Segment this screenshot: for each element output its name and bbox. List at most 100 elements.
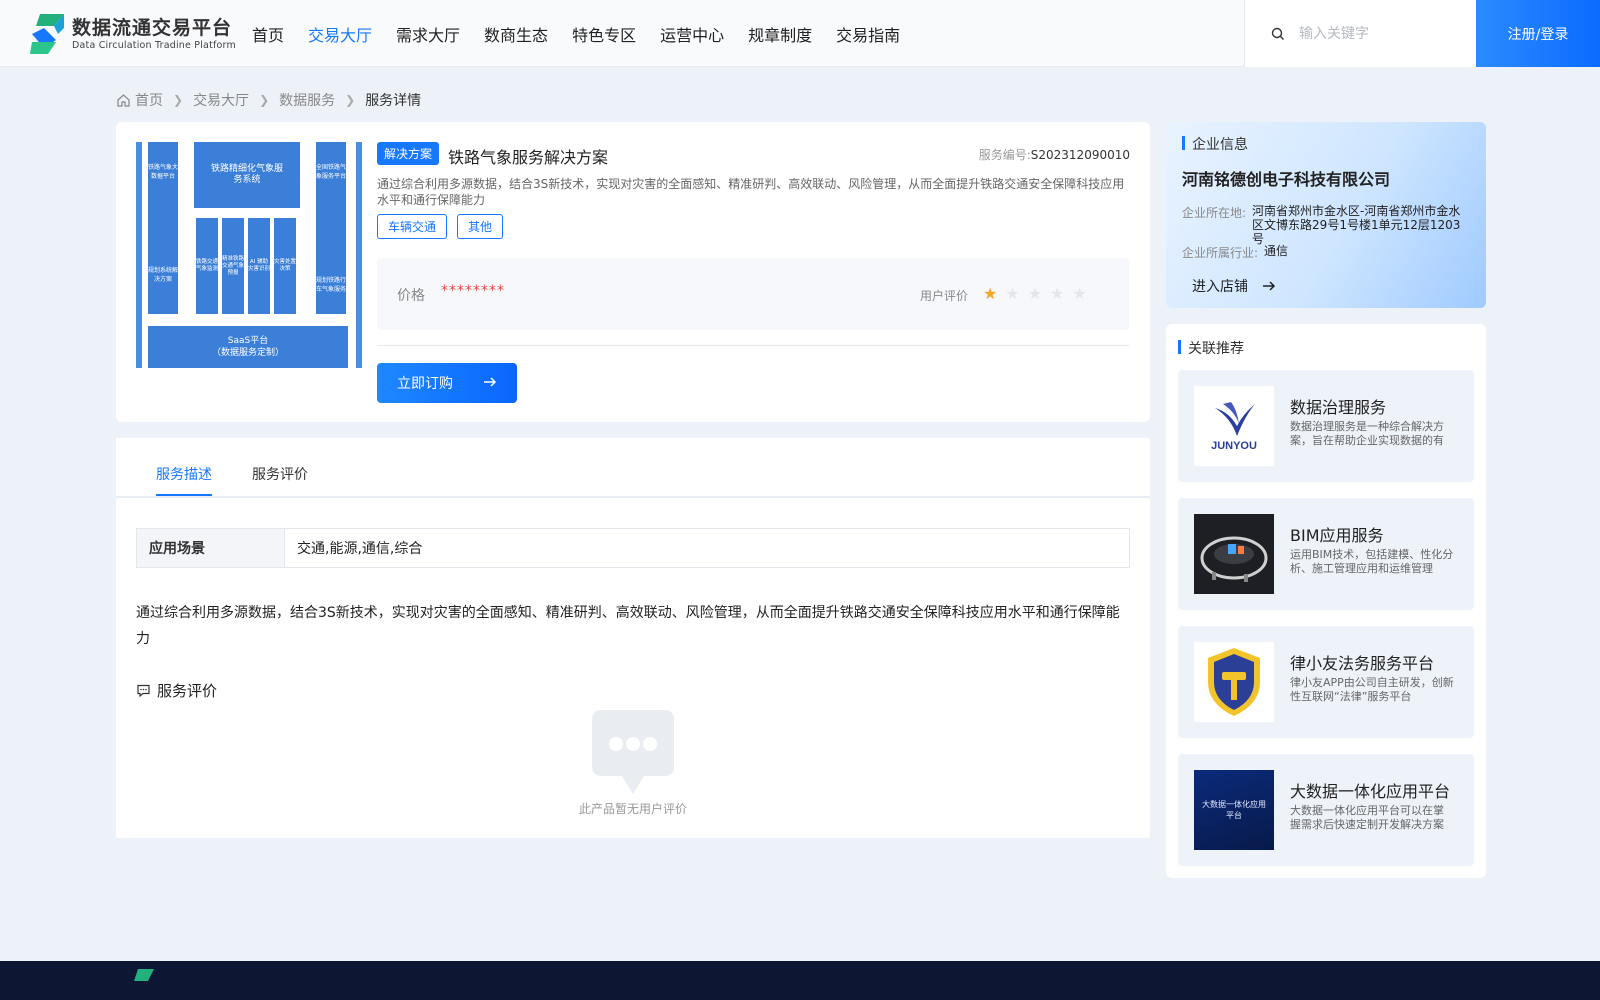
recommend-description: 律小友APP由公司自主研发，创新性互联网“法律”服务平台 [1290,676,1454,703]
chevron-right-icon: ❯ [173,93,184,107]
main-nav: 首页 交易大厅 需求大厅 数商生态 特色专区 运营中心 规章制度 交易指南 [252,0,924,67]
recommend-thumbnail: JUNYOU [1194,386,1274,466]
company-industry-row: 企业所属行业: 通信 [1182,244,1288,261]
service-long-description: 通过综合利用多源数据，结合3S新技术，实现对灾害的全面感知、精准研判、高效联动、… [136,605,1120,647]
service-number: 服务编号:S202312090010 [979,146,1130,163]
tab-service-review[interactable]: 服务评价 [252,464,308,484]
recommend-thumbnail [1194,642,1274,722]
diagram-right-top: 全国铁路气象服务平台 [316,142,346,202]
chevron-right-icon: ❯ [345,93,356,107]
search-box [1244,0,1476,67]
nav-regulations[interactable]: 规章制度 [748,22,812,46]
nav-special-zone[interactable]: 特色专区 [572,22,636,46]
detail-tabs: 服务描述 服务评价 [116,438,1150,498]
breadcrumb-trading-hall[interactable]: 交易大厅 [193,90,249,110]
price-panel: 价格 ******** 用户评价 ★ ★ ★ ★ ★ [377,258,1129,330]
diagram-center-top: 铁路精细化气象服务系统 [194,142,300,208]
recommend-thumbnail: 大数据一体化应用平台 [1194,770,1274,850]
empty-review-text: 此产品暂无用户评价 [578,802,687,816]
top-header: 数据流通交易平台 Data Circulation Tradine Platfo… [0,0,1600,67]
solution-type-badge: 解决方案 [377,142,440,165]
diagram-bottom-title: SaaS平台 [227,336,269,346]
arrow-right-icon [1263,281,1276,291]
breadcrumb-data-service[interactable]: 数据服务 [279,90,335,110]
recommend-item[interactable]: 大数据一体化应用平台 大数据一体化应用平台 大数据一体化应用平台可以在掌握需求后… [1178,754,1474,866]
recommend-title: 大数据一体化应用平台 [1290,782,1451,801]
company-industry-value: 通信 [1264,244,1289,258]
diagram-bottom-sub: （数据服务定制） [211,348,284,358]
review-title-text: 服务评价 [157,682,218,700]
company-name[interactable]: 河南铭德创电子科技有限公司 [1182,166,1390,190]
nav-trading-hall[interactable]: 交易大厅 [308,22,372,46]
breadcrumb-home[interactable]: 首页 [135,90,163,110]
arrow-right-icon [484,377,497,387]
diagram-right-bottom: 规划铁路行车气象服务 [316,202,346,314]
company-location-label: 企业所在地: [1182,206,1247,220]
star-icon: ★ [1072,284,1087,303]
diagram-edge-right [356,142,362,368]
company-section-title: 企业信息 [1182,134,1248,154]
diagram-edge-left [136,142,142,368]
star-icon: ★ [1005,284,1020,303]
company-location-value: 河南省郑州市金水区-河南省郑州市金水区文博东路29号1号楼1单元12层1203号 [1252,204,1461,246]
recommend-item[interactable]: 律小友法务服务平台 律小友APP由公司自主研发，创新性互联网“法律”服务平台 [1178,626,1474,738]
bigdata-thumb-text: 大数据一体化应用平台 [1202,800,1266,820]
empty-comment-icon [592,710,674,794]
service-number-value: S202312090010 [1030,148,1130,162]
review-section-title: 服务评价 [136,680,217,701]
active-tab-indicator [156,494,212,496]
scene-table: 应用场景 交通,能源,通信,综合 [136,528,1130,568]
price-label: 价格 [397,288,425,304]
star-icon: ★ [1027,284,1043,303]
logo-icon [30,14,66,54]
recommend-title: 数据治理服务 [1290,398,1387,417]
search-input[interactable] [1299,25,1459,42]
enter-shop-button[interactable]: 进入店铺 [1192,276,1276,296]
company-industry-label: 企业所属行业: [1182,246,1259,260]
logo-subtitle: Data Circulation Tradine Platform [72,39,236,51]
order-now-button[interactable]: 立即订购 [377,363,517,403]
recommend-title: 律小友法务服务平台 [1290,654,1435,673]
junyou-logo-text: JUNYOU [1211,440,1257,452]
platform-logo[interactable]: 数据流通交易平台 Data Circulation Tradine Platfo… [30,14,236,54]
divider [377,345,1129,346]
service-short-description: 通过综合利用多源数据，结合3S新技术，实现对灾害的全面感知、精准研判、高效联动、… [377,177,1125,207]
service-title: 铁路气象服务解决方案 [448,148,609,167]
diagram-left-bottom: 规划系统解决方案 [148,202,178,314]
service-architecture-image: 铁路气象大数据平台 规划系统解决方案 铁路精细化气象服务系统 铁路交通气象监测 … [136,142,362,368]
tag-other[interactable]: 其他 [457,214,504,239]
service-number-label: 服务编号: [978,148,1031,162]
recommend-section-title: 关联推荐 [1178,338,1244,358]
recommend-description: 运用BIM技术，包括建模、性化分析、施工管理应用和运维管理 [1290,548,1454,575]
enter-shop-label: 进入店铺 [1192,279,1248,295]
scene-label: 应用场景 [137,529,285,567]
recommend-item[interactable]: BIM应用服务 运用BIM技术，包括建模、性化分析、施工管理应用和运维管理 [1178,498,1474,610]
diagram-left-top: 铁路气象大数据平台 [148,142,178,202]
related-recommend-card: 关联推荐 JUNYOU 数据治理服务 数据治理服务是一种综合解决方案，旨在帮助企… [1166,324,1486,878]
nav-ecosystem[interactable]: 数商生态 [484,22,548,46]
breadcrumb: 首页 ❯ 交易大厅 ❯ 数据服务 ❯ 服务详情 [116,90,421,110]
nav-demand-hall[interactable]: 需求大厅 [396,22,460,46]
search-icon[interactable] [1271,27,1285,41]
nav-operation-center[interactable]: 运营中心 [660,22,724,46]
star-icon: ★ [1050,284,1065,303]
recommend-description: 数据治理服务是一种综合解决方案，旨在帮助企业实现数据的有效管理 [1290,420,1444,447]
recommend-item[interactable]: JUNYOU 数据治理服务 数据治理服务是一种综合解决方案，旨在帮助企业实现数据… [1178,370,1474,482]
tab-service-description[interactable]: 服务描述 [156,464,212,484]
diagram-bottom: SaaS平台 （数据服务定制） [148,326,348,368]
diagram-col-1: 铁路交通气象监测 [196,218,218,314]
diagram-col-3: AI 辅助灾害识别 [248,218,270,314]
bim-render-image [1200,536,1268,582]
home-icon[interactable] [116,93,131,108]
rating-stars: ★ ★ ★ ★ ★ [983,284,1095,303]
recommend-thumbnail [1194,514,1274,594]
junyou-logo-icon [1215,402,1255,436]
nav-trading-guide[interactable]: 交易指南 [836,22,900,46]
chevron-right-icon: ❯ [259,93,270,107]
tag-vehicle-traffic[interactable]: 车辆交通 [377,214,448,239]
comment-icon [137,684,150,698]
nav-home[interactable]: 首页 [252,22,284,46]
logo-title: 数据流通交易平台 [72,16,233,39]
login-register-button[interactable]: 注册/登录 [1476,0,1600,67]
price-value: ******** [441,283,505,299]
